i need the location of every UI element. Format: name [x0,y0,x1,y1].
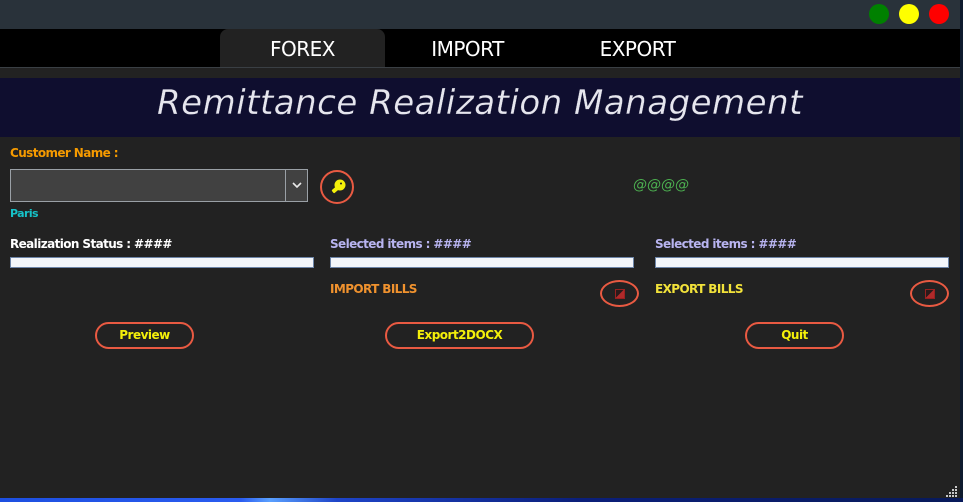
preview-button[interactable]: Preview [95,322,194,349]
customer-name-combobox[interactable] [10,169,308,202]
tab-content-strip [0,68,960,77]
import-select-all-button[interactable] [600,280,639,307]
title-bar[interactable] [0,0,960,29]
key-icon [329,178,347,201]
export-bills-label: EXPORT BILLS [655,282,743,296]
import-progress-bar [330,257,634,268]
realization-progress-bar [10,257,314,268]
export-select-all-button[interactable] [910,280,949,307]
chevron-down-icon [291,178,302,192]
app-window: FOREX IMPORT EXPORT Remittance Realizati… [0,0,960,498]
desktop-background [0,498,963,502]
tab-import[interactable]: IMPORT [400,29,535,67]
minimize-button[interactable] [869,4,889,24]
customer-city-label: Paris [10,207,39,220]
status-text: @@@@ [633,177,689,193]
realization-status-label: Realization Status : #### [10,237,172,251]
export-selected-items-label: Selected items : #### [655,237,797,251]
import-selected-items-label: Selected items : #### [330,237,472,251]
resize-grip-icon[interactable] [946,485,958,497]
select-all-icon [614,288,625,299]
tab-forex[interactable]: FOREX [220,29,385,67]
export-docx-button[interactable]: Export2DOCX [385,322,534,349]
import-bills-label: IMPORT BILLS [330,282,417,296]
close-button[interactable] [929,4,949,24]
quit-button[interactable]: Quit [745,322,844,349]
banner: Remittance Realization Management [0,78,960,137]
export-progress-bar [655,257,949,268]
select-all-icon [924,288,935,299]
maximize-button[interactable] [899,4,919,24]
tab-bar: FOREX IMPORT EXPORT [0,29,960,68]
tab-export[interactable]: EXPORT [570,29,705,67]
search-customer-button[interactable] [320,170,354,204]
page-title: Remittance Realization Management [157,83,803,123]
dropdown-button[interactable] [285,170,307,201]
customer-name-label: Customer Name : [10,146,119,160]
